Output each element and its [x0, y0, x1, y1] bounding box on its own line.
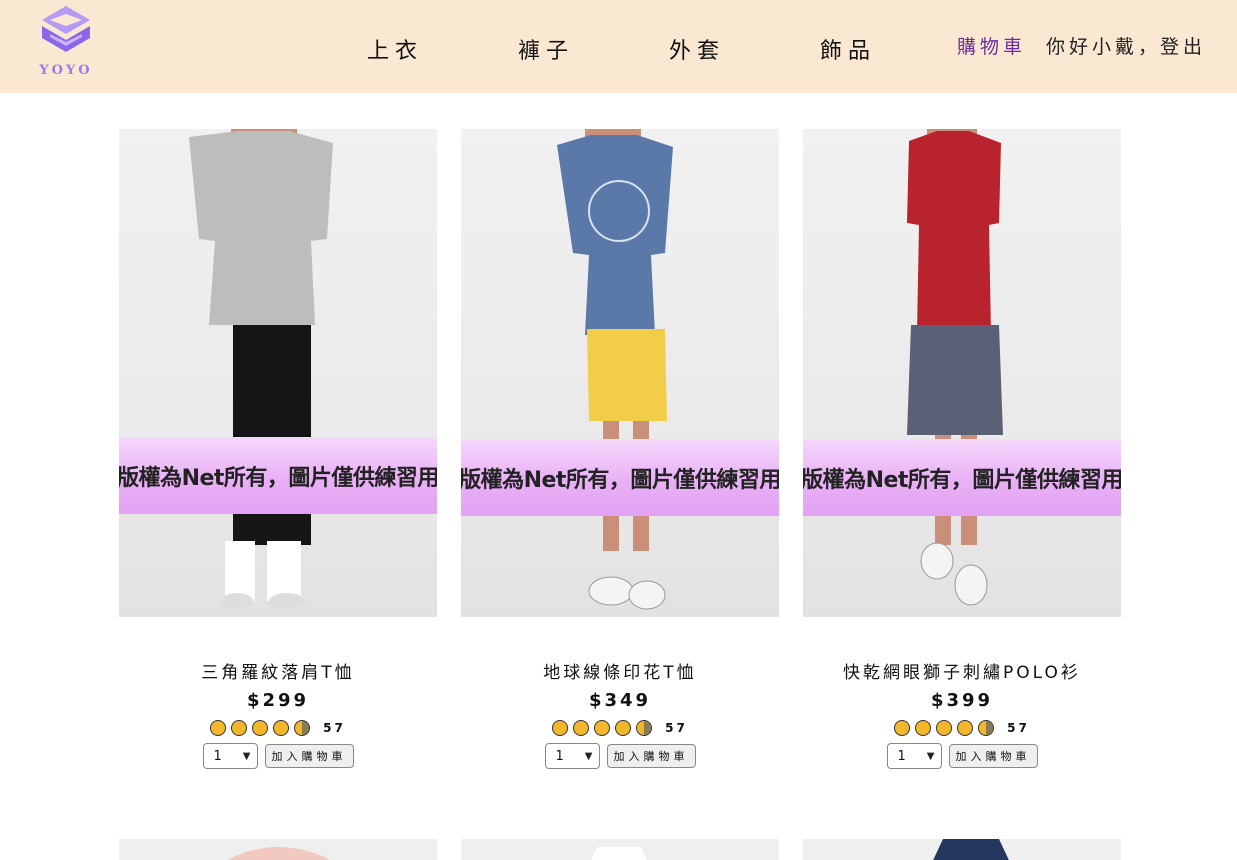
user-greeting: 你好小戴， — [1046, 36, 1162, 58]
product-image-partial[interactable] — [461, 839, 779, 860]
site-header: YOYO 上衣 褲子 外套 飾品 購物車 你好小戴， 登出 — [0, 0, 1237, 93]
model-figure-icon — [189, 129, 333, 609]
purchase-controls: 1 ▼ 加入購物車 — [461, 743, 779, 769]
model-figure-icon — [591, 847, 647, 860]
watermark-banner: 版權為Net所有，圖片僅供練習用 — [461, 439, 779, 516]
product-price: $299 — [246, 690, 310, 711]
product-image-partial[interactable] — [119, 839, 437, 860]
purchase-controls: 1 ▼ 加入購物車 — [119, 743, 437, 769]
rating: 57 — [461, 720, 779, 736]
product-image[interactable]: 版權為Net所有，圖片僅供練習用 — [461, 129, 779, 617]
watermark-banner: 版權為Net所有，圖片僅供練習用 — [119, 437, 437, 514]
add-to-cart-button[interactable]: 加入購物車 — [606, 744, 696, 768]
product-name: 三角羅紋落肩T恤 — [201, 663, 355, 683]
star-icon — [552, 720, 569, 736]
half-star-icon — [294, 720, 311, 736]
star-icon — [615, 720, 632, 736]
model-figure-icon — [557, 129, 673, 610]
star-icon — [894, 720, 911, 736]
product-card: 版權為Net所有，圖片僅供練習用 地球線條印花T恤 $349 57 1 ▼ 加入… — [461, 129, 779, 769]
rating: 57 — [119, 720, 437, 736]
star-icon — [936, 720, 953, 736]
quantity-value: 1 — [213, 748, 222, 764]
product-image[interactable]: 版權為Net所有，圖片僅供練習用 — [119, 129, 437, 617]
quantity-select[interactable]: 1 ▼ — [886, 743, 942, 769]
chevron-down-icon: ▼ — [926, 750, 935, 762]
quantity-select[interactable]: 1 ▼ — [544, 743, 600, 769]
product-name: 快乾網眼獅子刺繡POLO衫 — [843, 663, 1081, 683]
star-icon — [273, 720, 290, 736]
product-image-partial[interactable] — [803, 839, 1121, 860]
quantity-value: 1 — [555, 748, 564, 764]
model-figure-icon — [933, 839, 1009, 860]
watermark-text: 版權為Net所有，圖片僅供練習用 — [461, 467, 779, 493]
star-icon — [573, 720, 590, 736]
watermark-text: 版權為Net所有，圖片僅供練習用 — [119, 465, 437, 491]
logo-text: YOYO — [39, 63, 93, 78]
model-figure-icon — [229, 847, 329, 860]
star-icon — [231, 720, 248, 736]
rating-count: 57 — [323, 721, 346, 735]
logo-mark-icon — [42, 6, 90, 52]
star-icon — [957, 720, 974, 736]
star-icon — [210, 720, 227, 736]
half-star-icon — [978, 720, 995, 736]
watermark-banner: 版權為Net所有，圖片僅供練習用 — [803, 439, 1121, 516]
star-icon — [915, 720, 932, 736]
rating-count: 57 — [665, 721, 688, 735]
product-price: $349 — [588, 690, 652, 711]
chevron-down-icon: ▼ — [242, 750, 251, 762]
quantity-select[interactable]: 1 ▼ — [202, 743, 258, 769]
add-to-cart-button[interactable]: 加入購物車 — [264, 744, 354, 768]
model-figure-icon — [907, 129, 1003, 606]
chevron-down-icon: ▼ — [584, 750, 593, 762]
watermark-text: 版權為Net所有，圖片僅供練習用 — [803, 467, 1121, 493]
add-to-cart-button[interactable]: 加入購物車 — [948, 744, 1038, 768]
nav-item-jackets[interactable]: 外套 — [669, 33, 725, 65]
nav-item-tops[interactable]: 上衣 — [367, 33, 423, 65]
product-card: 版權為Net所有，圖片僅供練習用 快乾網眼獅子刺繡POLO衫 $399 57 1… — [803, 129, 1121, 769]
product-price: $399 — [930, 690, 994, 711]
purchase-controls: 1 ▼ 加入購物車 — [803, 743, 1121, 769]
product-name: 地球線條印花T恤 — [543, 663, 697, 683]
half-star-icon — [636, 720, 653, 736]
cart-link[interactable]: 購物車 — [957, 32, 1026, 59]
product-card: 版權為Net所有，圖片僅供練習用 三角羅紋落肩T恤 $299 57 1 ▼ 加入… — [119, 129, 437, 769]
rating: 57 — [803, 720, 1121, 736]
product-image[interactable]: 版權為Net所有，圖片僅供練習用 — [803, 129, 1121, 617]
star-icon — [594, 720, 611, 736]
rating-count: 57 — [1007, 721, 1030, 735]
nav-item-accessories[interactable]: 飾品 — [820, 33, 876, 65]
nav-item-pants[interactable]: 褲子 — [518, 33, 574, 65]
star-icon — [252, 720, 269, 736]
logout-link[interactable]: 登出 — [1160, 32, 1206, 59]
yoyo-logo[interactable]: YOYO — [34, 4, 98, 84]
quantity-value: 1 — [897, 748, 906, 764]
